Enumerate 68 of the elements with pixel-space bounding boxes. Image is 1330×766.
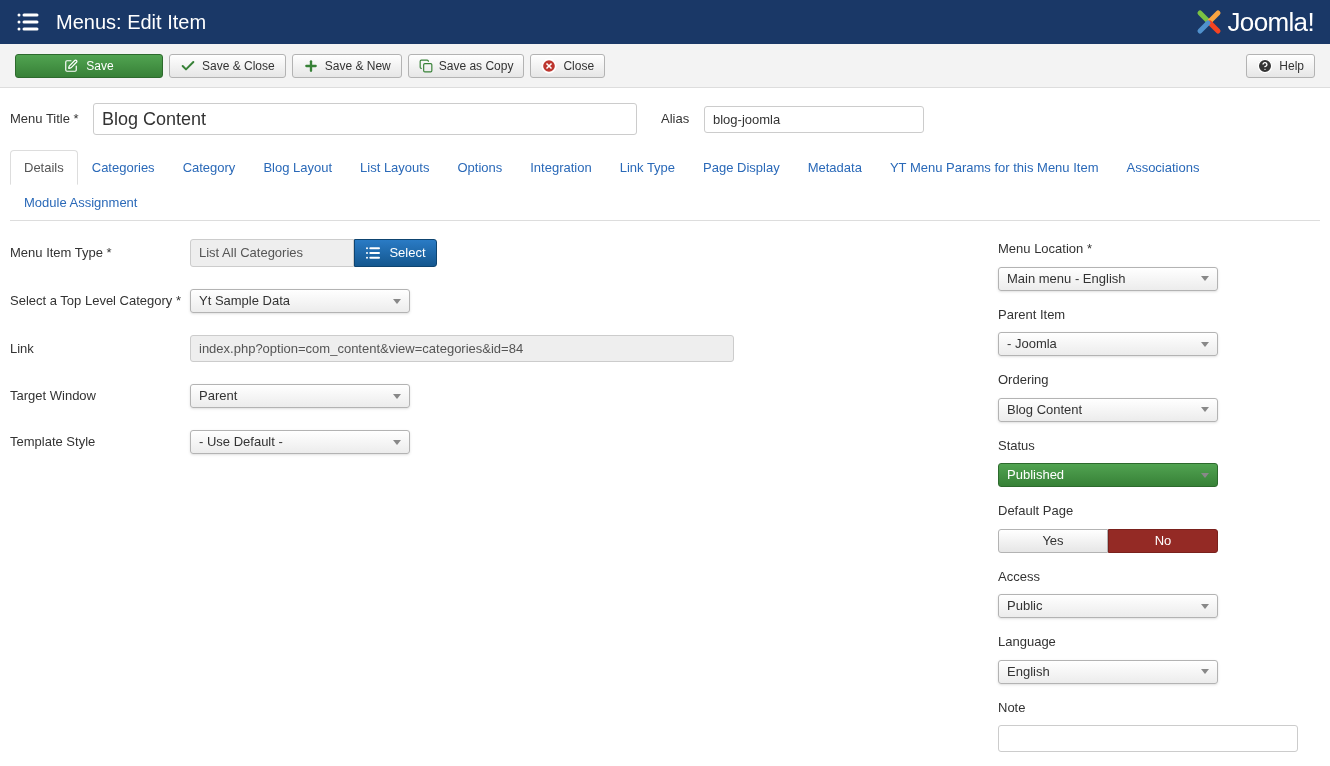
caret-icon: [1201, 276, 1209, 281]
tab[interactable]: Blog Layout: [249, 150, 347, 185]
field-label: Link: [10, 339, 35, 358]
dropdown[interactable]: - Joomla: [998, 332, 1218, 356]
toolbar-button[interactable]: Save & New: [291, 53, 402, 78]
tab[interactable]: Details: [10, 150, 78, 185]
toolbar-button[interactable]: Save & Close: [169, 53, 286, 78]
toolbar-button[interactable]: Close: [530, 53, 606, 78]
alias-input[interactable]: blog-joomla: [704, 105, 924, 133]
tab[interactable]: Module Assignment: [10, 185, 152, 220]
caret-icon: [1201, 603, 1209, 609]
field-label: Parent Item: [998, 305, 1067, 324]
field-label: Menu Item Type *: [10, 244, 113, 263]
field-label: Language: [998, 633, 1057, 651]
dropdown[interactable]: - Use Default -: [190, 430, 410, 454]
toggle-option[interactable]: No: [1108, 528, 1218, 553]
readonly-field: index.php?option=com_content&view=categories&id=84: [190, 335, 734, 362]
title-input[interactable]: Blog Content: [93, 103, 637, 135]
copy-icon: [418, 58, 433, 73]
tab[interactable]: Category: [168, 150, 250, 185]
caret-icon: [393, 439, 401, 445]
field-label: Menu Location *: [998, 240, 1093, 258]
field-label: Note: [998, 698, 1027, 717]
field-label: Ordering: [998, 371, 1050, 389]
field-label: Access: [998, 567, 1041, 586]
caret-icon: [393, 393, 401, 399]
dropdown[interactable]: Published: [998, 463, 1218, 487]
help-button[interactable]: Help: [1246, 53, 1315, 78]
dropdown[interactable]: Blog Content: [998, 397, 1218, 422]
field-label: Alias: [661, 110, 691, 129]
tab[interactable]: Link Type: [605, 150, 690, 185]
dropdown[interactable]: Parent: [190, 384, 410, 408]
edit-icon: [64, 58, 79, 73]
tab[interactable]: List Layouts: [346, 150, 444, 185]
help-icon: [1257, 57, 1274, 74]
field-label: Status: [998, 436, 1036, 455]
dropdown[interactable]: Main menu - English: [998, 266, 1218, 291]
save-button[interactable]: Save: [15, 53, 163, 78]
caret-icon: [1201, 669, 1209, 674]
tab[interactable]: Page Display: [689, 150, 794, 185]
plus-icon: [302, 57, 319, 74]
logo-text: Joomla!: [1227, 5, 1314, 39]
tab[interactable]: YT Menu Params for this Menu Item: [875, 150, 1113, 185]
field-label: Template Style: [10, 433, 97, 452]
readonly-field: List All Categories: [190, 239, 354, 267]
field-label: Select a Top Level Category *: [10, 292, 183, 311]
tab[interactable]: Metadata: [793, 150, 876, 185]
dropdown[interactable]: English: [998, 659, 1218, 684]
tab[interactable]: Associations: [1112, 150, 1214, 185]
caret-icon: [1201, 472, 1209, 478]
toolbar-button[interactable]: Save as Copy: [407, 53, 525, 78]
caret-icon: [1201, 341, 1209, 347]
page-title: Menus: Edit Item: [56, 10, 207, 35]
toggle-option[interactable]: Yes: [998, 528, 1108, 553]
dropdown[interactable]: Public: [998, 594, 1218, 618]
note-input[interactable]: [998, 725, 1298, 752]
list-icon: [365, 245, 382, 261]
caret-icon: [393, 298, 401, 304]
tab[interactable]: Categories: [77, 150, 169, 185]
field-label: Menu Title *: [10, 110, 80, 129]
caret-icon: [1201, 407, 1209, 412]
field-label: Default Page: [998, 502, 1075, 520]
select-button[interactable]: Select: [354, 239, 437, 267]
field-label: Target Window: [10, 387, 97, 406]
tab[interactable]: Integration: [516, 150, 606, 185]
dropdown[interactable]: Yt Sample Data: [190, 289, 410, 313]
tab[interactable]: Options: [443, 150, 517, 185]
close-icon: [541, 57, 558, 74]
